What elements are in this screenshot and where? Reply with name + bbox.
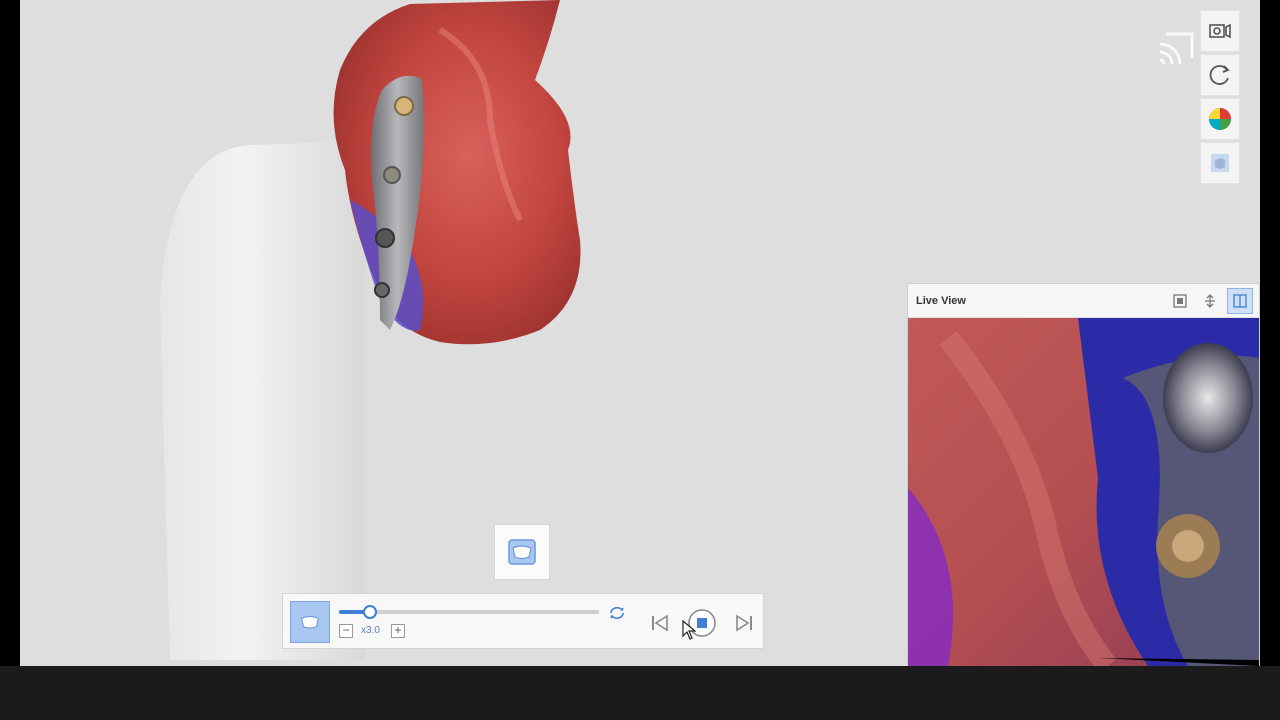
scan-body-shape: [160, 142, 365, 660]
scan-viewport[interactable]: Live View − x3.0 +: [20, 0, 1260, 666]
3d-model-view[interactable]: [20, 0, 900, 666]
scan-arch-icon: [508, 539, 536, 565]
playback-scan-button[interactable]: [290, 601, 330, 643]
skip-forward-icon: [736, 614, 752, 632]
live-view-panel: Live View: [907, 283, 1260, 666]
scan-model-render: [160, 0, 581, 660]
loop-button[interactable]: [608, 605, 626, 621]
camera-settings-icon: [1209, 23, 1231, 39]
scan-arch-icon: [300, 615, 320, 629]
live-view-split-button[interactable]: [1227, 287, 1253, 314]
mouse-cursor-icon: [682, 620, 696, 640]
camera-settings-button[interactable]: [1200, 10, 1240, 52]
skip-forward-button[interactable]: [729, 608, 759, 638]
color-map-icon: [1209, 108, 1231, 130]
cube-icon: [1211, 154, 1229, 172]
color-map-button[interactable]: [1200, 98, 1240, 140]
skip-back-button[interactable]: [645, 608, 675, 638]
skip-back-icon: [652, 614, 668, 632]
rotate-button[interactable]: [1200, 54, 1240, 96]
live-view-title: Live View: [916, 294, 966, 307]
left-letterbox: [0, 0, 20, 666]
live-view-header: Live View: [908, 284, 1259, 318]
live-view-snapshot-button[interactable]: [1167, 288, 1193, 314]
speed-decrease-button[interactable]: −: [339, 624, 353, 638]
right-toolbar: [1200, 10, 1244, 184]
right-letterbox: [1260, 0, 1280, 666]
scan-stage-button[interactable]: [494, 524, 550, 580]
live-camera-feed: [908, 318, 1259, 666]
texture-toggle-button[interactable]: [1200, 142, 1240, 184]
bottom-letterbox: [0, 666, 1280, 720]
gum-tissue-shape: [333, 0, 581, 345]
cast-icon[interactable]: [1156, 28, 1196, 68]
playback-slider-track[interactable]: [339, 605, 599, 619]
vertical-fit-icon: [1205, 293, 1215, 308]
live-view-fit-button[interactable]: [1197, 288, 1223, 314]
split-panel-icon: [1233, 293, 1247, 308]
snapshot-icon: [1173, 293, 1187, 308]
rotate-icon: [1209, 65, 1230, 85]
playback-speed-label: x3.0: [361, 625, 380, 636]
speed-increase-button[interactable]: +: [391, 624, 405, 638]
loop-icon: [610, 606, 624, 620]
camera-feed-image: [908, 318, 1259, 666]
playback-slider-thumb[interactable]: [363, 605, 378, 619]
